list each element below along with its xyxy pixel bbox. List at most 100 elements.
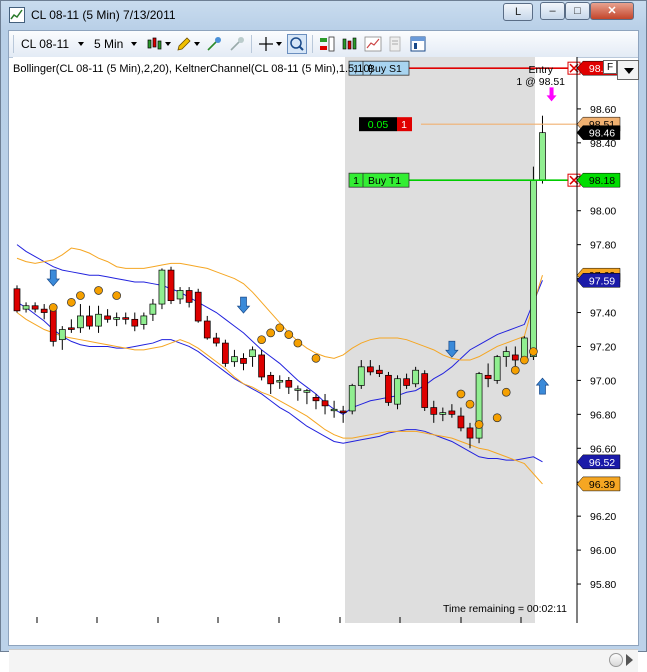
candle-body (421, 373, 429, 408)
chart-client-area: CL 08-11 5 Min 0.05 1 1 Buy S1 1 Buy T1 … (8, 30, 639, 672)
window-title: CL 08-11 (5 Min) 7/13/2011 (31, 8, 176, 22)
signal-dot (501, 387, 511, 397)
indicator-label: Bollinger(CL 08-11 (5 Min),2,20), Keltne… (13, 63, 374, 75)
candle-body (176, 290, 184, 300)
f-label-box[interactable]: F (603, 60, 617, 74)
candle (194, 288, 202, 323)
price-tick-label: 95.80 (590, 579, 616, 591)
properties-icon[interactable] (409, 35, 427, 53)
candle (493, 354, 501, 384)
candle-body (240, 357, 247, 364)
target-order-label: Buy T1 (368, 175, 401, 187)
candle-body (385, 374, 392, 403)
candle-body (321, 400, 329, 407)
candle-body (22, 305, 30, 310)
zoom-icon[interactable] (287, 34, 307, 54)
candle-body (339, 410, 347, 413)
toolbar-separator (251, 35, 252, 53)
candle-body (502, 351, 510, 358)
price-chart[interactable]: 0.05 11 Buy S11 Buy T1Entry1 @ 98.51Time re… (9, 57, 638, 623)
indicators-icon[interactable] (341, 35, 359, 53)
candle-body (231, 356, 238, 363)
candle-body (68, 327, 75, 330)
chevron-down-icon[interactable] (78, 42, 84, 46)
chevron-down-icon[interactable] (131, 42, 137, 46)
candle-body (31, 305, 39, 310)
candle-body (303, 390, 311, 393)
candle (421, 370, 429, 411)
link-button[interactable]: L (503, 3, 533, 21)
signal-dot (94, 286, 103, 295)
candle-body (530, 179, 537, 358)
crosshair-icon[interactable] (257, 35, 275, 53)
candle-body (285, 380, 293, 388)
position-pnl: 0.05 (368, 119, 389, 131)
candle-body (185, 290, 193, 303)
candle (158, 268, 166, 310)
maximize-button[interactable]: □ (565, 2, 590, 20)
signal-dot (67, 298, 76, 307)
candle-body (113, 317, 121, 320)
signal-dot (48, 303, 58, 312)
candle-body (466, 427, 474, 439)
candle-body (158, 269, 166, 305)
scroll-right-arrow-icon[interactable] (626, 654, 633, 666)
chevron-down-icon[interactable] (194, 42, 200, 46)
chart-trader-icon[interactable] (318, 35, 336, 53)
signal-dot (465, 399, 475, 409)
candle (13, 285, 21, 313)
close-button[interactable]: ✕ (590, 2, 634, 20)
candle (394, 375, 401, 410)
horizontal-scrollbar[interactable] (9, 649, 638, 672)
candle-body (258, 354, 265, 378)
chart-style-icon[interactable] (146, 35, 164, 53)
chevron-down-icon (624, 68, 634, 74)
signal-dot (474, 420, 484, 429)
scroll-thumb[interactable] (609, 653, 623, 667)
chart-panel[interactable]: 0.05 1 1 Buy S1 1 Buy T1 Entry 1 @ 98.51 Time re… (9, 57, 639, 672)
signal-dot (257, 335, 266, 345)
candle (222, 339, 229, 367)
title-bar[interactable]: CL 08-11 (5 Min) 7/13/2011 L – □ ✕ (1, 1, 646, 29)
minimize-button[interactable]: – (540, 2, 565, 20)
signal-dot (293, 338, 303, 348)
candle-body (394, 378, 401, 405)
candle (167, 266, 175, 305)
signal-dot (112, 291, 122, 300)
chevron-down-icon[interactable] (165, 42, 171, 46)
candle-body (95, 313, 102, 327)
signal-dot (510, 365, 520, 375)
signal-dot (529, 347, 538, 356)
price-tick-label: 97.40 (590, 308, 616, 320)
signal-dot (520, 355, 529, 365)
candle-body (203, 320, 211, 339)
chevron-down-icon[interactable] (276, 42, 282, 46)
candle-body (212, 337, 220, 344)
candle-body (366, 366, 374, 373)
price-tick-label: 96.60 (590, 443, 616, 455)
price-tick-label: 96.00 (590, 545, 616, 557)
chart-toolbar: CL 08-11 5 Min (9, 31, 638, 58)
candle-body (294, 388, 302, 391)
remove-draw-icon[interactable] (228, 35, 246, 53)
time-remaining: Time remaining = 00:02:11 (443, 603, 567, 615)
instrument-selector[interactable]: CL 08-11 (21, 37, 69, 51)
candle (475, 371, 483, 444)
candle-body (222, 342, 229, 364)
panel-dropdown-button[interactable] (617, 60, 639, 80)
interval-selector[interactable]: 5 Min (94, 37, 123, 51)
data-box-icon[interactable] (386, 35, 404, 53)
target-order-qty: 1 (353, 175, 359, 187)
candle-body (412, 369, 419, 385)
entry-detail: 1 @ 98.51 (516, 76, 565, 88)
session-shade (345, 57, 535, 623)
global-draw-icon[interactable] (205, 35, 223, 53)
target-price-flag-text: 98.18 (589, 175, 615, 187)
signal-dot (76, 291, 85, 300)
candle-body (49, 307, 57, 342)
candle (530, 166, 537, 361)
drawing-pencil-icon[interactable] (175, 35, 193, 53)
candle-body (457, 415, 465, 429)
strategies-icon[interactable] (364, 35, 382, 53)
position-qty: 1 (401, 119, 407, 131)
